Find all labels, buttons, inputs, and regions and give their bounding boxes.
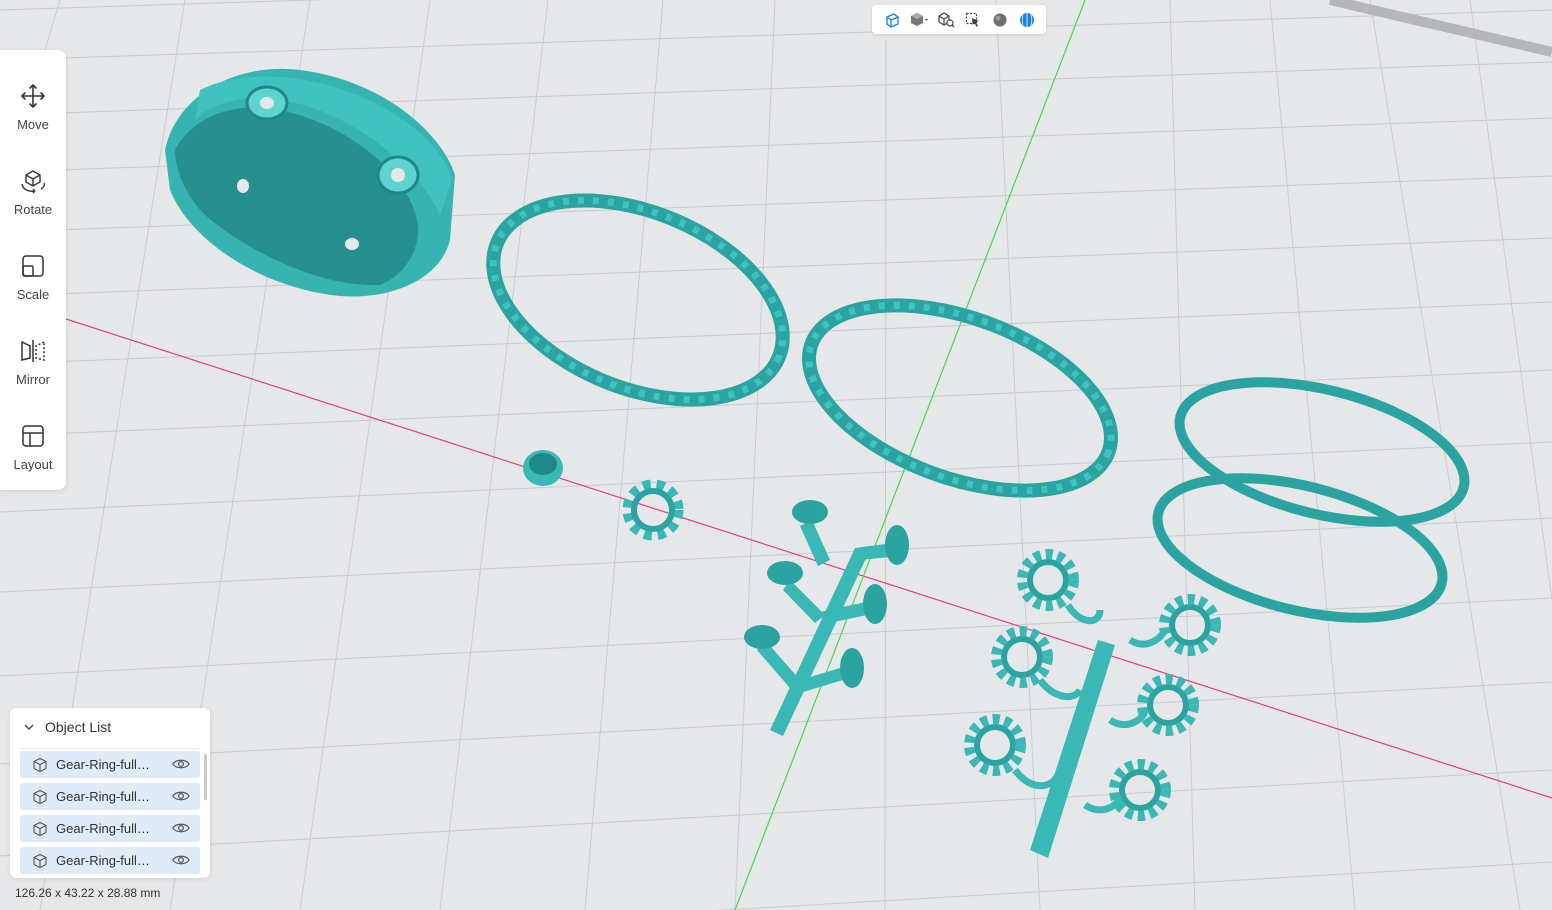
select-cursor-icon (965, 12, 979, 27)
object-name: Gear-Ring-full… (56, 789, 150, 804)
visibility-eye-icon[interactable] (172, 853, 190, 867)
visibility-eye-icon[interactable] (172, 821, 190, 835)
select-cursor-button[interactable] (962, 9, 984, 31)
object-cube-icon (32, 789, 48, 805)
mirror-icon (13, 331, 53, 371)
visibility-eye-icon[interactable] (172, 789, 190, 803)
layout-tool-label: Layout (13, 457, 53, 472)
object-name: Gear-Ring-full… (56, 853, 150, 868)
view-cube-dropdown-icon (910, 12, 928, 26)
object-list-item[interactable]: Gear-Ring-full… (20, 751, 200, 778)
object-list-scrollbar[interactable] (204, 754, 207, 800)
rotate-tool-button[interactable]: Rotate (0, 157, 66, 229)
view-cube-dropdown-button[interactable] (908, 9, 930, 31)
zoom-fit-button[interactable] (935, 9, 957, 31)
object-cube-icon (32, 853, 48, 869)
object-list-divider (20, 748, 200, 749)
model-thin-ring-lower[interactable] (1143, 453, 1456, 644)
mirror-tool-button[interactable]: Mirror (0, 327, 66, 399)
chevron-down-icon (23, 721, 35, 733)
move-tool-label: Move (17, 117, 49, 132)
build-plate-edge (1328, 0, 1552, 57)
object-list-items: Gear-Ring-full… Gear-Ring-full… Gear-Rin… (20, 751, 200, 878)
visibility-eye-icon[interactable] (172, 757, 190, 771)
object-list-panel: Object List Gear-Ring-full… Gear-Ring-fu… (10, 708, 210, 878)
perspective-view-icon (885, 12, 899, 28)
layout-tool-button[interactable]: Layout (0, 412, 66, 484)
perspective-view-button[interactable] (881, 9, 903, 31)
model-dimensions: 126.26 x 43.22 x 28.88 mm (15, 886, 161, 900)
model-toothed-ring-b[interactable] (784, 269, 1136, 527)
object-list-header[interactable]: Object List (10, 708, 210, 746)
layout-grid-icon (13, 416, 53, 456)
object-list-item[interactable]: Gear-Ring-full… (20, 815, 200, 842)
model-small-gear[interactable] (622, 479, 684, 541)
move-tool-button[interactable]: Move (0, 72, 66, 144)
model-toothed-ring-a[interactable] (464, 161, 812, 438)
3d-viewport[interactable] (0, 0, 1552, 910)
shading-sphere-icon (993, 13, 1006, 26)
zoom-fit-icon (937, 11, 954, 27)
view-toolbar (872, 5, 1046, 34)
mirror-tool-label: Mirror (16, 372, 50, 387)
object-name: Gear-Ring-full… (56, 757, 150, 772)
model-gear-sprue[interactable] (964, 549, 1221, 858)
model-peg-sprue[interactable] (744, 500, 909, 736)
model-wide-ring[interactable] (165, 68, 455, 297)
scale-tool-label: Scale (16, 287, 50, 302)
object-list-item[interactable]: Gear-Ring-full… (20, 847, 200, 874)
shading-sphere-button[interactable] (989, 9, 1011, 31)
tool-panel: Move Rotate Scale Mirror Layout (0, 50, 66, 490)
scale-tool-button[interactable]: Scale (0, 242, 66, 314)
object-list-item[interactable]: Gear-Ring-full… (20, 783, 200, 810)
object-list-title: Object List (45, 719, 112, 735)
y-axis-line (734, 0, 1086, 910)
rotate-tool-label: Rotate (13, 202, 53, 217)
object-name: Gear-Ring-full… (56, 821, 150, 836)
wireframe-mode-icon (1019, 12, 1034, 27)
rotate-cube-icon (13, 161, 53, 201)
object-cube-icon (32, 821, 48, 837)
scale-box-icon (13, 246, 53, 286)
model-small-cap[interactable] (523, 450, 563, 486)
move-arrows-icon (13, 76, 53, 116)
object-cube-icon (32, 757, 48, 773)
wireframe-mode-button[interactable] (1016, 9, 1038, 31)
